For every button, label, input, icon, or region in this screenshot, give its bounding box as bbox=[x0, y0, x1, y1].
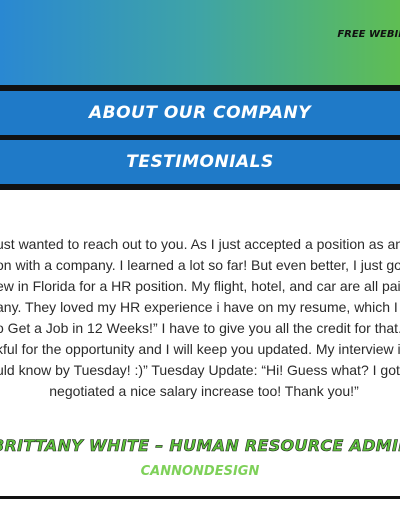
quote-line: any. They loved my HR experience i have … bbox=[0, 299, 400, 315]
quote-line: ew in Florida for a HR position. My flig… bbox=[0, 278, 400, 294]
quote-line: uld know by Tuesday! :)” Tuesday Update:… bbox=[0, 362, 400, 378]
testimonial-author: BRITTANY WHITE – HUMAN RESOURCE ADMINIST… bbox=[0, 436, 400, 456]
about-our-company-button[interactable]: ABOUT OUR COMPANY bbox=[0, 91, 400, 135]
testimonials-button[interactable]: TESTIMONIALS bbox=[0, 140, 400, 184]
quote-line: o Get a Job in 12 Weeks!” I have to give… bbox=[0, 320, 400, 336]
quote-line: on with a company. I learned a lot so fa… bbox=[0, 257, 400, 273]
testimonials-label: TESTIMONIALS bbox=[126, 152, 274, 172]
quote-line: negotiated a nice salary increase too! T… bbox=[49, 383, 359, 399]
free-webinar-link[interactable]: FREE WEBINAR bbox=[337, 29, 400, 40]
top-banner: FREE WEBINAR bbox=[0, 0, 400, 85]
testimonial-card: ust wanted to reach out to you. As I jus… bbox=[0, 190, 400, 499]
quote-line: ust wanted to reach out to you. As I jus… bbox=[0, 236, 400, 252]
testimonial-quote: ust wanted to reach out to you. As I jus… bbox=[0, 234, 400, 402]
about-our-company-label: ABOUT OUR COMPANY bbox=[88, 103, 312, 123]
testimonial-company: CANNONDESIGN bbox=[140, 464, 260, 479]
page-bottom bbox=[0, 499, 400, 516]
quote-line: kful for the opportunity and I will keep… bbox=[0, 341, 400, 357]
